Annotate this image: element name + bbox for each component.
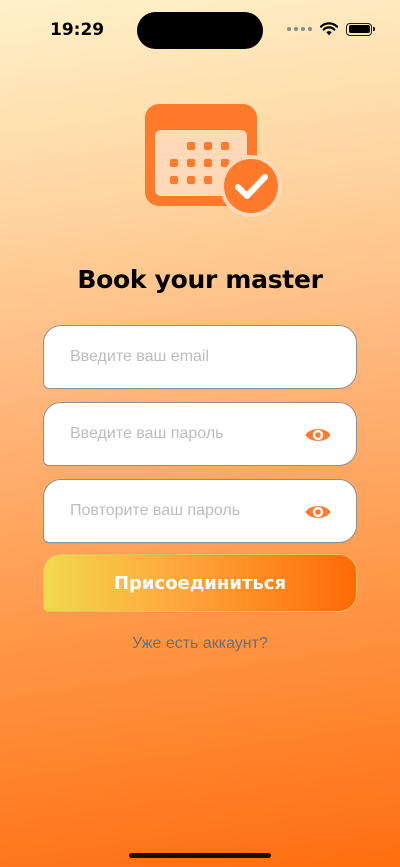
join-button[interactable]: Присоединиться (43, 554, 357, 612)
repeat-password-field[interactable] (43, 479, 357, 543)
email-field[interactable] (43, 325, 357, 389)
password-input[interactable] (70, 425, 290, 443)
status-icons (287, 22, 375, 36)
app-title: Book your master (77, 265, 323, 294)
status-bar: 19:29 (0, 0, 400, 60)
home-indicator[interactable] (129, 853, 271, 858)
password-field[interactable] (43, 402, 357, 466)
eye-icon[interactable] (304, 423, 332, 447)
signal-icon (287, 27, 312, 31)
login-link[interactable]: Уже есть аккаунт? (0, 635, 400, 653)
repeat-password-input[interactable] (70, 502, 290, 520)
status-time: 19:29 (50, 20, 105, 40)
wifi-icon (320, 22, 338, 36)
battery-icon (346, 22, 375, 36)
dynamic-island (137, 12, 263, 49)
eye-icon[interactable] (304, 500, 332, 524)
calendar-check-icon (145, 104, 282, 217)
email-input[interactable] (70, 348, 290, 366)
